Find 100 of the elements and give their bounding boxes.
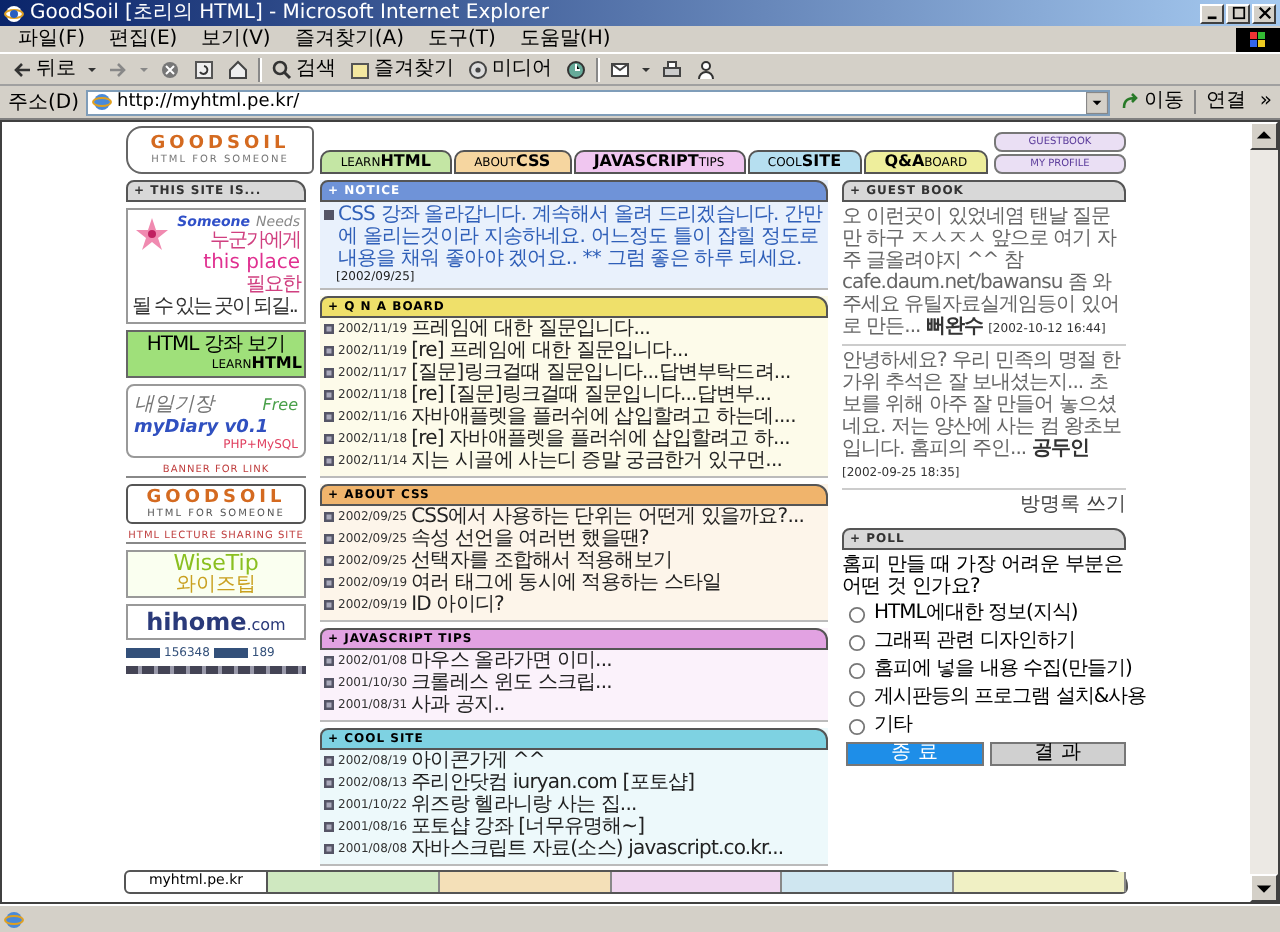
post-link[interactable]: 크롤레스 윈도 스크립... [411,672,612,694]
print-button[interactable] [658,59,686,79]
write-guestbook-link[interactable]: 방명록 쓰기 [1019,494,1126,516]
banner-text: GOODSOIL [146,488,286,508]
caret-icon[interactable] [86,63,98,75]
hihome-banner[interactable]: hihome.com [126,604,306,640]
menu-item[interactable]: 도움말(H) [509,27,621,51]
bullet-icon [324,210,334,220]
close-button[interactable] [1252,3,1276,23]
banner-text: myDiary v0.1 [134,418,271,438]
mail-button[interactable] [606,59,634,79]
clock-icon [566,59,586,79]
post-link[interactable]: 주리안닷컴 iuryan.com [포토샵] [411,772,695,794]
minimize-button[interactable] [1200,3,1224,23]
search-icon [272,59,292,79]
menu-item[interactable]: 즐겨찾기(A) [284,27,414,51]
post-link[interactable]: ID 아이디? [411,594,504,616]
post-link[interactable]: 사과 공지.. [411,694,505,716]
bullet-icon [324,600,334,610]
close-icon [1257,6,1271,20]
bullet-icon [324,678,334,688]
results-button[interactable]: 결 과 [989,742,1126,766]
radio-button[interactable] [848,717,866,735]
go-button[interactable]: 이동 [1115,90,1188,114]
printer-icon [662,59,682,79]
scroll-up-icon[interactable] [1250,122,1278,150]
post-link[interactable]: CSS에서 사용하는 단위는 어떤게 있을까요?... [411,506,805,528]
bullet-icon [324,800,334,810]
post-link[interactable]: [질문]링크걸때 질문입니다...답변부탁드려... [411,362,791,384]
bullet-icon [324,844,334,854]
bullet-icon [324,700,334,710]
banner-text: this place [203,252,300,274]
address-field[interactable]: http://myhtml.pe.kr/ [85,89,1110,115]
scrollbar[interactable] [1250,122,1278,902]
post-link[interactable]: 마우스 올라가면 이미... [411,650,612,672]
refresh-button[interactable] [190,59,218,79]
poll-option[interactable]: 홈피에 넣을 내용 수집(만들기) [874,658,1132,682]
radio-button[interactable] [848,633,866,651]
page-icon [4,909,24,929]
poll-option[interactable]: HTML에대한 정보(지식) [874,602,1078,626]
counter-badge [126,648,160,658]
post-link[interactable]: 프레임에 대한 질문입니다... [411,318,651,340]
poll-option[interactable]: 그래픽 관련 디자인하기 [874,630,1075,654]
post-link[interactable]: 자바스크립트 자료(소스) javascript.co.kr... [411,838,784,860]
post-link[interactable]: [re] [질문]링크걸때 질문입니다...답변부... [411,384,771,406]
radio-button[interactable] [848,605,866,623]
windows-logo-icon [1236,27,1280,51]
window-title: GoodSoil [초리의 HTML] - Microsoft Internet Explorer [30,1,552,25]
more-button[interactable]: » [1255,90,1276,114]
maximize-icon [1231,6,1245,20]
history-button[interactable] [562,59,590,79]
banner-text: 누군가에게 [210,230,300,252]
bullet-icon [324,656,334,666]
media-button[interactable]: 미디어 [464,57,556,81]
menu-item[interactable]: 파일(F) [8,27,96,51]
stop-icon [160,59,180,79]
post-link[interactable]: 아이콘가게 ^^ [411,750,545,772]
bullet-icon [324,456,334,466]
search-button[interactable]: 검색 [268,57,340,81]
poll-option[interactable]: 게시판등의 프로그램 설치&사용 [874,686,1147,710]
stop-button[interactable] [156,59,184,79]
maximize-button[interactable] [1226,3,1250,23]
menu-item[interactable]: 편집(E) [99,27,188,51]
back-button[interactable]: 뒤로 [8,57,80,81]
bullet-icon [324,412,334,422]
post-link[interactable]: [re] 자바애플렛을 플러쉬에 삽입할려고 하... [411,428,790,450]
home-button[interactable] [224,59,252,79]
bullet-icon [324,512,334,522]
radio-button[interactable] [848,661,866,679]
links-button[interactable]: 연결 [1201,90,1250,114]
post-link[interactable]: 선택자를 조합해서 적용해보기 [411,550,672,572]
mail-icon [610,59,630,79]
post-link[interactable]: 속성 선언을 여러번 했을땐? [411,528,649,550]
scroll-down-icon[interactable] [1250,874,1278,902]
post-link[interactable]: 지는 시골에 사는디 증말 궁금한거 있구먼... [411,450,783,472]
menu-item[interactable]: 보기(V) [191,27,281,51]
caret-icon[interactable] [640,63,652,75]
dropdown-arrow-icon[interactable] [1085,91,1108,113]
bullet-icon [324,534,334,544]
post-link[interactable]: 여러 태그에 동시에 적용하는 스타일 [411,572,722,594]
banner-text: 될 수 있는 곳이 되길.. [132,296,299,318]
home-icon [228,59,248,79]
favorites-button[interactable]: 즐겨찾기 [346,57,458,81]
radio-button[interactable] [848,689,866,707]
disc-icon [468,59,488,79]
address-label: 주소(D) [8,90,80,116]
bullet-icon [324,556,334,566]
post-link[interactable]: 자바애플렛을 플러쉬에 삽입할려고 하는데.... [411,406,796,428]
notice-text[interactable]: CSS 강좌 올라갑니다. 계속해서 올려 드리겠습니다. 간만에 올리는것이라 지송하네요. 어느정도 틀이 잡힐 정도로 내용을 채워 좋아야 겠어요.. ** 그럼 좋은 하루 되세요. [338,204,824,270]
messenger-button[interactable] [692,59,720,79]
poll-option[interactable]: 기타 [874,714,912,738]
post-link[interactable]: 위즈랑 헬라니랑 사는 집... [411,794,637,816]
menu-item[interactable]: 도구(T) [418,27,506,51]
person-icon [696,59,716,79]
bullet-icon [324,346,334,356]
forward-arrow-icon [108,59,128,79]
page-icon [91,92,112,112]
post-link[interactable]: [re] 프레임에 대한 질문입니다... [411,340,689,362]
poll-question: 홈피 만들 때 가장 어려운 부분은 어떤 것 인가요? [842,554,1125,598]
post-link[interactable]: 포토샵 강좌 [너무유명해~] [411,816,645,838]
